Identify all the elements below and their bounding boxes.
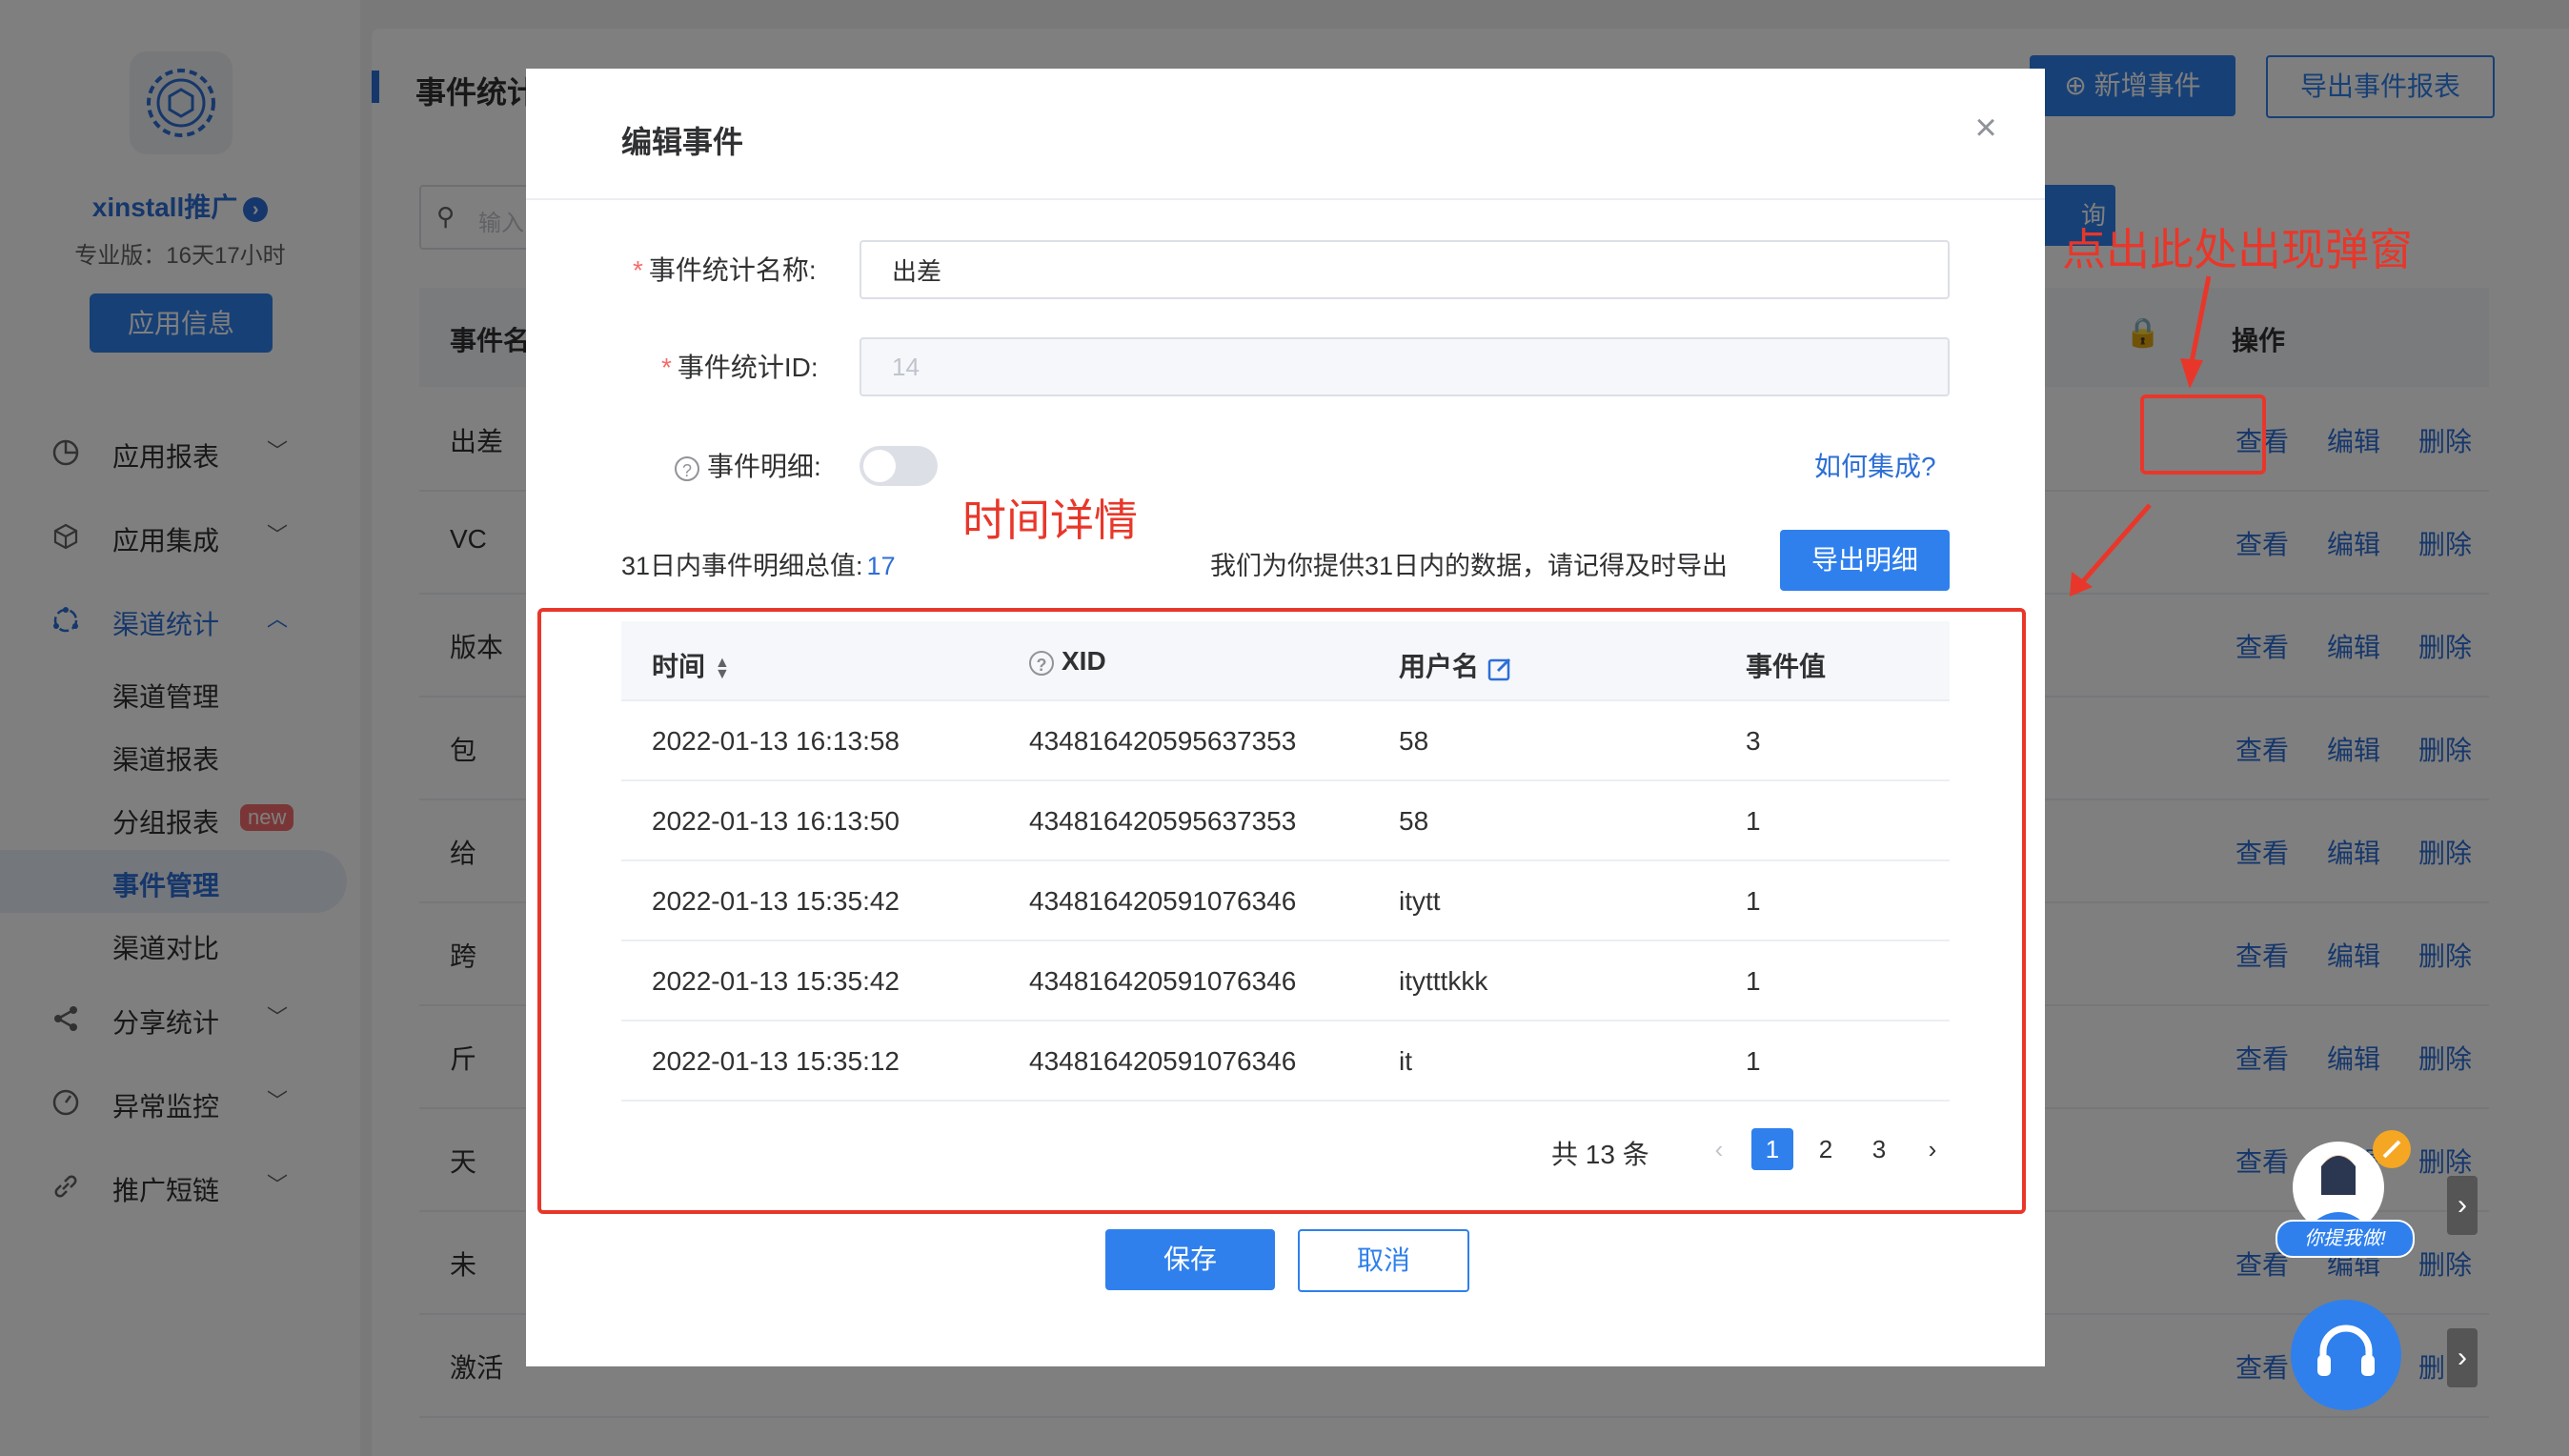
col-xid-label: XID (1062, 646, 1106, 676)
col-username-label: 用户名 (1399, 652, 1479, 681)
time-cell: 2022-01-13 15:35:12 (652, 1046, 900, 1077)
toggle-knob (863, 450, 896, 482)
float-help-label[interactable]: 你提我做! (2276, 1220, 2415, 1258)
event-name-label: *事件统计名称: (633, 250, 817, 288)
question-icon[interactable]: ? (1029, 651, 1054, 676)
xid-cell: 434816420591076346 (1029, 966, 1296, 997)
event-detail-toggle[interactable] (860, 446, 938, 486)
xid-cell: 434816420591076346 (1029, 1046, 1296, 1077)
event-id-label-text: 事件统计ID: (678, 353, 819, 382)
page-1[interactable]: 1 (1751, 1128, 1793, 1170)
dialog-title: 编辑事件 (621, 118, 743, 162)
table-row: 2022-01-13 15:35:12 434816420591076346 it 1 (621, 1021, 1950, 1102)
view-highlight-box (2140, 394, 2266, 475)
assistant-avatar-icon (2279, 1128, 2413, 1233)
event-value-cell: 1 (1746, 1046, 1761, 1077)
col-xid: ? XID (1029, 646, 1106, 677)
dialog-header: 编辑事件 × (526, 69, 2045, 200)
pagination-total: 共 13 条 (1551, 1134, 1649, 1172)
total-value: 17 (867, 552, 896, 580)
username-cell: itytt (1399, 886, 1441, 917)
side-arrow-icon[interactable]: › (2447, 1328, 2478, 1387)
xid-cell: 434816420591076346 (1029, 886, 1296, 917)
event-detail-label: ? 事件明细: (675, 446, 821, 484)
sort-icon[interactable]: ▲▼ (715, 657, 730, 680)
side-arrow-icon[interactable]: › (2447, 1176, 2478, 1235)
total-label-text: 31日内事件明细总值: (621, 552, 863, 580)
time-detail-annotation: 时间详情 (962, 486, 1138, 549)
username-cell: 58 (1399, 806, 1428, 837)
export-notice: 我们为你提供31日内的数据，请记得及时导出 (1210, 545, 1728, 582)
xid-cell: 434816420595637353 (1029, 726, 1296, 757)
event-id-label: *事件统计ID: (661, 347, 819, 385)
event-name-input[interactable] (860, 240, 1950, 299)
cancel-button[interactable]: 取消 (1298, 1229, 1469, 1292)
customer-service-button[interactable] (2291, 1300, 2401, 1410)
username-cell: itytttkkk (1399, 966, 1487, 997)
col-username: 用户名 (1399, 646, 1513, 684)
time-cell: 2022-01-13 15:35:42 (652, 966, 900, 997)
detail-table-header: 时间 ▲▼ ? XID 用户名 事件值 (621, 621, 1950, 701)
event-id-input (860, 337, 1950, 396)
how-to-integrate-link[interactable]: 如何集成? (1814, 446, 1936, 484)
table-row: 2022-01-13 16:13:50 434816420595637353 58 1 (621, 781, 1950, 861)
event-value-cell: 1 (1746, 886, 1761, 917)
page-3[interactable]: 3 (1858, 1128, 1900, 1170)
prev-page-icon[interactable]: ‹ (1698, 1128, 1740, 1170)
close-icon[interactable]: × (1967, 109, 2005, 147)
username-cell: it (1399, 1046, 1412, 1077)
detail-table: 时间 ▲▼ ? XID 用户名 事件值 2022-01-13 16:13:58 434… (621, 621, 1950, 1102)
event-detail-label-text: 事件明细: (707, 452, 821, 481)
table-row: 2022-01-13 15:35:42 434816420591076346 ity… (621, 941, 1950, 1021)
question-icon[interactable]: ? (675, 456, 699, 481)
time-cell: 2022-01-13 16:13:58 (652, 726, 900, 757)
event-value-cell: 1 (1746, 966, 1761, 997)
next-page-icon[interactable]: › (1912, 1128, 1953, 1170)
required-mark: * (633, 255, 643, 285)
time-cell: 2022-01-13 16:13:50 (652, 806, 900, 837)
edit-icon[interactable] (1487, 656, 1513, 682)
col-time[interactable]: 时间 ▲▼ (652, 646, 730, 684)
event-name-label-text: 事件统计名称: (649, 255, 817, 285)
table-row: 2022-01-13 16:13:58 434816420595637353 58 3 (621, 701, 1950, 781)
time-cell: 2022-01-13 15:35:42 (652, 886, 900, 917)
table-row: 2022-01-13 15:35:42 434816420591076346 ity… (621, 861, 1950, 941)
total-detail-value: 31日内事件明细总值:17 (621, 545, 896, 582)
edit-event-dialog: 编辑事件 × *事件统计名称: *事件统计ID: ?事件明细: 如何集成? 时间… (526, 69, 2045, 1366)
event-value-cell: 1 (1746, 806, 1761, 837)
required-mark: * (661, 353, 672, 382)
save-button[interactable]: 保存 (1105, 1229, 1275, 1290)
col-event-value: 事件值 (1746, 646, 1826, 684)
export-detail-button[interactable]: 导出明细 (1780, 530, 1950, 591)
xid-cell: 434816420595637353 (1029, 806, 1296, 837)
headset-icon (2291, 1300, 2401, 1410)
col-time-label: 时间 (652, 652, 705, 681)
username-cell: 58 (1399, 726, 1428, 757)
page-2[interactable]: 2 (1805, 1128, 1847, 1170)
event-value-cell: 3 (1746, 726, 1761, 757)
